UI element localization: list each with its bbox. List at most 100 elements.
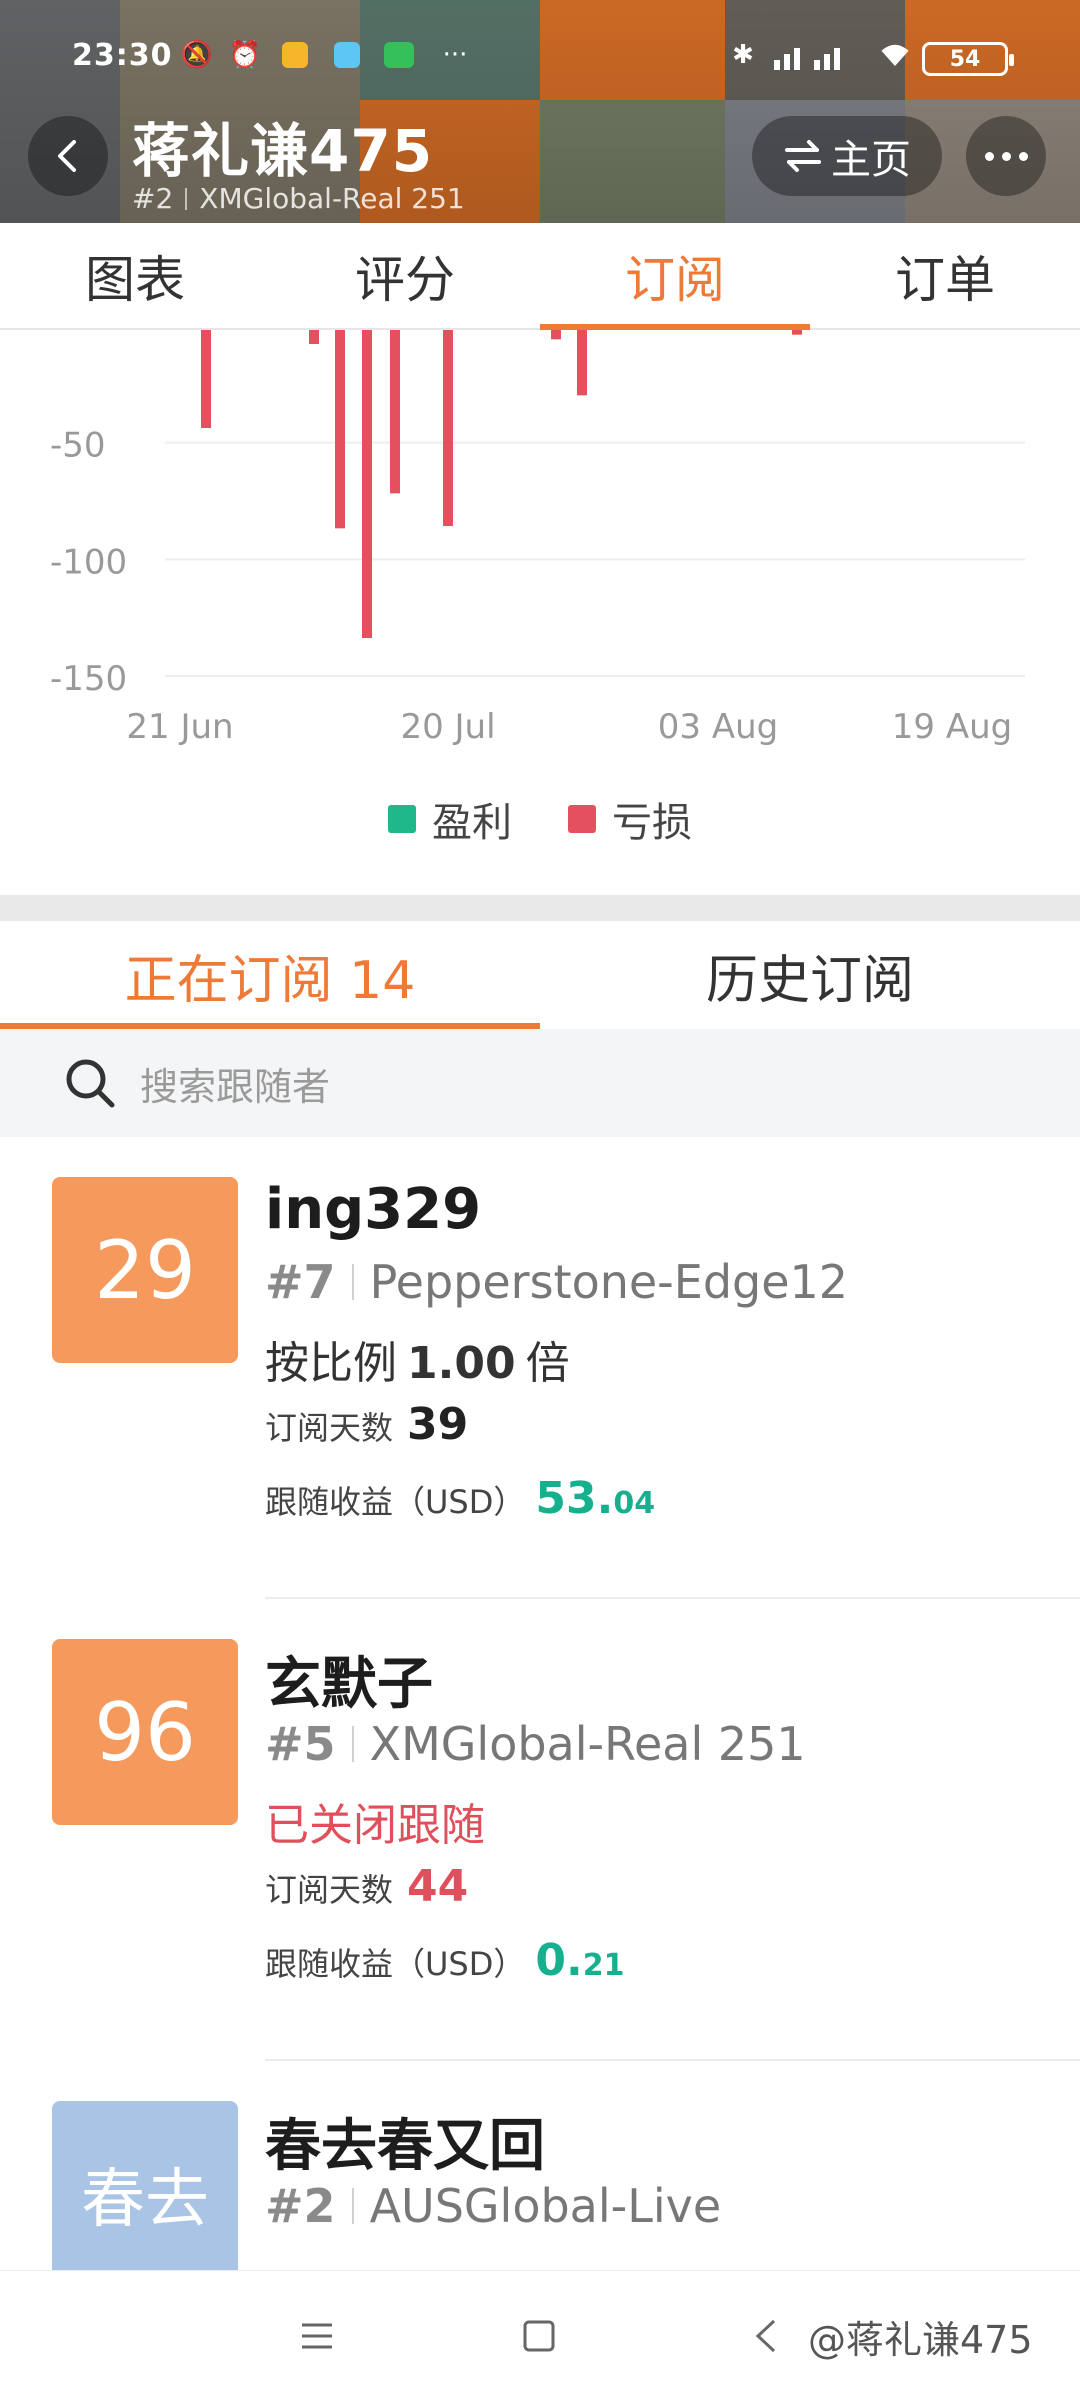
status-time: 23:30	[72, 38, 173, 73]
y-tick-label: -100	[50, 542, 127, 582]
legend-profit-swatch	[388, 805, 416, 833]
more-dots-icon	[984, 151, 1028, 161]
follower-rank-line: #2 AUSGlobal-Live	[265, 2179, 721, 2233]
follower-rank: #2	[265, 2179, 336, 2233]
tab-history-subscriptions[interactable]: 历史订阅	[540, 921, 1080, 1029]
profit-dec: 04	[613, 1486, 656, 1521]
follower-name: 春去春又回	[265, 2114, 545, 2179]
tab-current-subscriptions[interactable]: 正在订阅 14	[0, 921, 540, 1029]
section-divider	[0, 895, 1080, 921]
menu-icon[interactable]	[292, 2311, 342, 2361]
battery-level: 54	[949, 46, 981, 72]
profit-dec: 21	[582, 1948, 625, 1983]
bluetooth-icon: ✱	[732, 40, 754, 70]
battery-icon: 54	[922, 42, 1014, 76]
days-value: 39	[407, 1399, 469, 1450]
chart-legend: 盈利 亏损	[0, 790, 1080, 848]
search-bar[interactable]: 搜索跟随者	[0, 1029, 1080, 1137]
loss-bar[interactable]	[309, 330, 319, 344]
loss-bar[interactable]	[551, 330, 561, 340]
search-input[interactable]: 搜索跟随者	[140, 1056, 330, 1111]
more-button[interactable]	[966, 116, 1046, 196]
follower-broker: AUSGlobal-Live	[369, 2179, 722, 2233]
legend-profit[interactable]: 盈利	[388, 790, 512, 848]
x-tick-label: 03 Aug	[658, 707, 778, 747]
follower-rank-line: #7 Pepperstone-Edge12	[265, 1255, 848, 1309]
tab-chart[interactable]: 图表	[0, 223, 270, 328]
x-tick-label: 21 Jun	[126, 707, 233, 747]
app-icon	[278, 38, 312, 72]
trader-server: XMGlobal-Real 251	[199, 182, 465, 215]
play-icon	[330, 38, 364, 72]
profile-header: 23:30 🔕 ⏰ ··· ✱ 54 蒋礼谦475 #2 XMGlobal-Rea…	[0, 0, 1080, 223]
trader-subtitle: #2 XMGlobal-Real 251	[132, 182, 465, 215]
overflow-dots-icon: ···	[442, 40, 468, 70]
separator	[351, 1264, 354, 1300]
follower-rank: #7	[265, 1255, 336, 1309]
legend-loss-swatch	[568, 805, 596, 833]
mute-icon: 🔕	[180, 40, 214, 70]
subscription-tabs: 正在订阅 14 历史订阅	[0, 921, 1080, 1029]
watermark: @蒋礼谦475	[808, 2318, 1033, 2362]
days-label: 订阅天数	[265, 1871, 394, 1909]
system-nav-bar: @蒋礼谦475	[0, 2270, 1080, 2400]
follower-name: ing329	[265, 1177, 482, 1242]
loss-bar[interactable]	[362, 330, 372, 638]
profit-label: 跟随收益（USD）	[265, 1483, 526, 1521]
trader-name: 蒋礼谦475	[132, 117, 434, 185]
wifi-icon	[878, 38, 912, 72]
profit-int: 0.	[535, 1935, 583, 1986]
follower-row[interactable]: 29 ing329 #7 Pepperstone-Edge12 按比例 1.00 倍 …	[0, 1137, 1080, 1599]
follower-name: 玄默子	[265, 1652, 433, 1717]
tab-orders[interactable]: 订单	[810, 223, 1080, 328]
avatar[interactable]: 29	[52, 1177, 238, 1363]
loss-bar[interactable]	[201, 330, 211, 428]
tab-subscription[interactable]: 订阅	[540, 223, 810, 330]
back-arrow-icon	[58, 140, 76, 172]
days-value: 44	[407, 1861, 469, 1912]
subscription-days: 订阅天数 39	[265, 1399, 468, 1450]
loss-bar[interactable]	[443, 330, 453, 526]
back-button[interactable]	[28, 116, 108, 196]
x-tick-label: 20 Jul	[400, 707, 495, 747]
iqiyi-icon	[382, 38, 416, 72]
status-bar: 23:30 🔕 ⏰ ··· ✱ 54	[0, 30, 1080, 90]
follow-profit: 跟随收益（USD） 0.21	[265, 1935, 624, 1986]
avatar[interactable]: 96	[52, 1639, 238, 1825]
legend-loss-label: 亏损	[612, 800, 692, 846]
profit-label: 跟随收益（USD）	[265, 1945, 526, 1983]
ratio-prefix: 按比例	[265, 1338, 397, 1389]
follow-closed-status: 已关闭跟随	[265, 1800, 485, 1851]
ratio-value: 1.00	[407, 1338, 516, 1389]
follower-broker: XMGlobal-Real 251	[369, 1717, 806, 1771]
signal-icon	[770, 38, 850, 72]
chart-canvas: -50 -100 -150 21 Jun 20 Jul 03 Aug 19 Aug	[50, 330, 1025, 747]
loss-bar[interactable]	[335, 330, 345, 529]
follower-row[interactable]: 96 玄默子 #5 XMGlobal-Real 251 已关闭跟随 订阅天数 44 …	[0, 1599, 1080, 2061]
loss-bar[interactable]	[792, 330, 802, 335]
follower-row[interactable]: 春去 春去春又回 #2 AUSGlobal-Live	[0, 2061, 1080, 2270]
legend-profit-label: 盈利	[432, 800, 512, 846]
tab-rating[interactable]: 评分	[270, 223, 540, 328]
x-tick-label: 19 Aug	[892, 707, 1012, 747]
follower-rank-line: #5 XMGlobal-Real 251	[265, 1717, 806, 1771]
days-label: 订阅天数	[265, 1409, 394, 1447]
home-button[interactable]: 主页	[752, 116, 942, 196]
separator	[351, 1726, 354, 1762]
follow-profit: 跟随收益（USD） 53.04	[265, 1473, 655, 1524]
swap-icon	[785, 140, 821, 172]
loss-bar[interactable]	[577, 330, 587, 396]
legend-loss[interactable]: 亏损	[568, 790, 692, 848]
home-square-icon[interactable]	[514, 2311, 564, 2361]
separator	[185, 188, 188, 210]
alarm-icon: ⏰	[228, 40, 262, 70]
back-triangle-icon[interactable]	[742, 2311, 792, 2361]
main-tabs: 图表 评分 订阅 订单	[0, 223, 1080, 330]
loss-bar[interactable]	[390, 330, 400, 494]
home-label: 主页	[831, 137, 911, 183]
profit-int: 53.	[535, 1473, 614, 1524]
follower-rank: #5	[265, 1717, 336, 1771]
subscription-days: 订阅天数 44	[265, 1861, 468, 1912]
separator	[351, 2188, 354, 2224]
avatar[interactable]: 春去	[52, 2101, 238, 2270]
